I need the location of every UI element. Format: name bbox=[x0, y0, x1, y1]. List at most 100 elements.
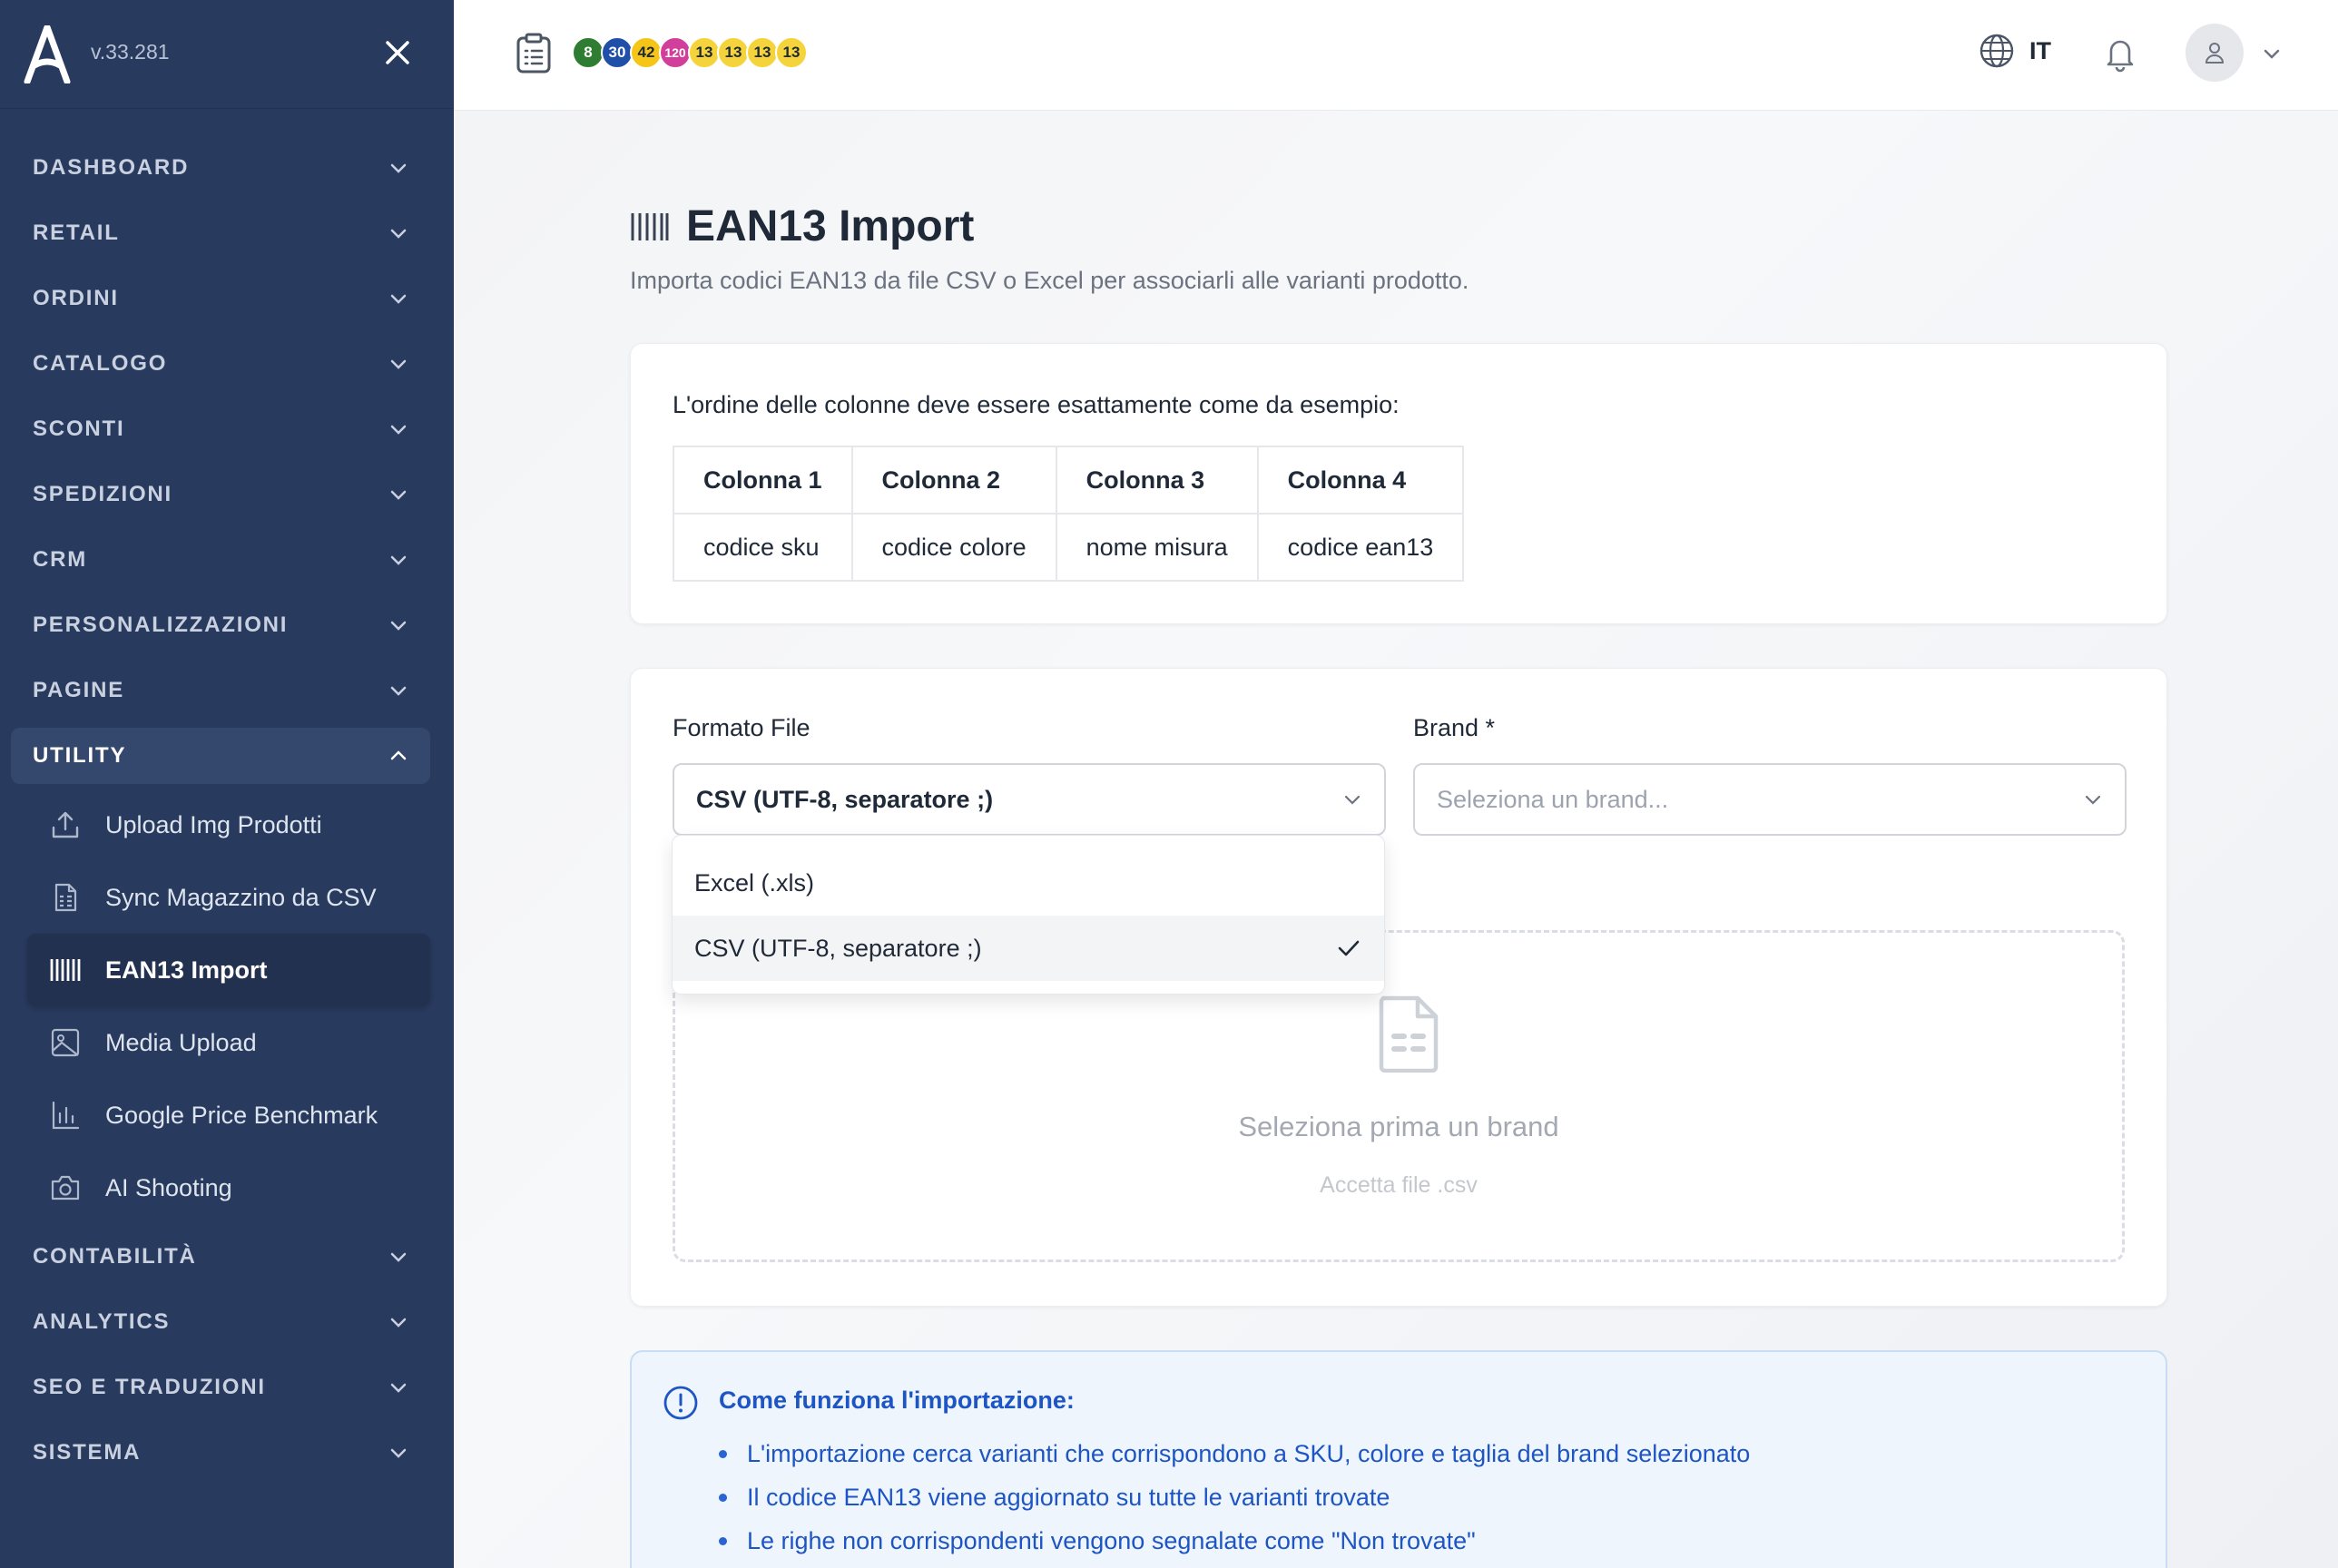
table-header: Colonna 3 bbox=[1055, 446, 1259, 514]
chevron-down-icon bbox=[390, 229, 407, 239]
sidebar-item-label: CONTABILITÀ bbox=[33, 1244, 197, 1269]
sidebar-item-contabilita[interactable]: CONTABILITÀ bbox=[0, 1224, 454, 1289]
sidebar-item-label: SISTEMA bbox=[33, 1440, 142, 1465]
sidebar-item-utility[interactable]: UTILITY bbox=[11, 728, 430, 784]
table-row: codice sku codice colore nome misura cod… bbox=[673, 513, 1465, 582]
brand-placeholder: Seleziona un brand... bbox=[1437, 785, 1669, 813]
sidebar-header: v.33.281 bbox=[0, 0, 454, 109]
sidebar-item-upload-img-prodotti[interactable]: Upload Img Prodotti bbox=[0, 789, 454, 861]
chevron-down-icon bbox=[1344, 795, 1361, 805]
chevron-down-icon bbox=[390, 555, 407, 565]
upload-icon bbox=[49, 808, 82, 841]
clipboard-icon[interactable] bbox=[516, 33, 552, 74]
dropzone-title: Seleziona prima un brand bbox=[1238, 1111, 1559, 1142]
status-badge[interactable]: 42 bbox=[630, 36, 663, 69]
sidebar-item-seo-traduzioni[interactable]: SEO E TRADUZIONI bbox=[0, 1355, 454, 1420]
status-badge[interactable]: 13 bbox=[717, 36, 750, 69]
notification-badges: 8 30 42 120 13 13 13 13 bbox=[572, 36, 808, 69]
user-icon bbox=[2205, 43, 2225, 64]
sidebar-item-label: UTILITY bbox=[33, 743, 127, 768]
check-icon bbox=[1338, 940, 1360, 956]
barcode-icon bbox=[631, 212, 669, 240]
sidebar-item-label: SEO E TRADUZIONI bbox=[33, 1375, 266, 1399]
sidebar-nav: DASHBOARD RETAIL ORDINI CATALOGO SCONTI … bbox=[0, 135, 454, 1485]
format-file-select[interactable]: CSV (UTF-8, separatore ;) bbox=[673, 763, 1386, 836]
option-label: Excel (.xls) bbox=[694, 868, 815, 897]
chevron-down-icon bbox=[390, 490, 407, 500]
status-badge[interactable]: 13 bbox=[746, 36, 779, 69]
language-selector[interactable]: IT bbox=[1979, 33, 2051, 69]
app-version: v.33.281 bbox=[91, 40, 170, 64]
sidebar-item-analytics[interactable]: ANALYTICS bbox=[0, 1289, 454, 1355]
sidebar-item-sistema[interactable]: SISTEMA bbox=[0, 1420, 454, 1485]
columns-card: L'ordine delle colonne deve essere esatt… bbox=[630, 343, 2167, 624]
sidebar-item-label: Upload Img Prodotti bbox=[105, 810, 322, 838]
spreadsheet-icon bbox=[49, 881, 82, 914]
chevron-down-icon bbox=[390, 294, 407, 304]
info-icon bbox=[663, 1386, 698, 1420]
chevron-down-icon bbox=[390, 686, 407, 696]
sidebar-item-ordini[interactable]: ORDINI bbox=[0, 266, 454, 331]
info-title: Come funziona l'importazione: bbox=[719, 1387, 1075, 1414]
sidebar-item-label: CATALOGO bbox=[33, 351, 168, 376]
page-title-text: EAN13 Import bbox=[686, 202, 975, 250]
chevron-down-icon bbox=[390, 1318, 407, 1328]
close-icon[interactable] bbox=[379, 34, 416, 71]
status-badge[interactable]: 8 bbox=[572, 36, 604, 69]
file-icon bbox=[1379, 995, 1439, 1073]
sidebar-item-sync-magazzino[interactable]: Sync Magazzino da CSV bbox=[0, 861, 454, 934]
columns-table: Colonna 1 Colonna 2 Colonna 3 Colonna 4 … bbox=[673, 446, 1465, 582]
table-cell: codice ean13 bbox=[1256, 513, 1465, 582]
chevron-up-icon bbox=[390, 750, 407, 760]
status-badge[interactable]: 13 bbox=[775, 36, 808, 69]
chevron-down-icon bbox=[390, 163, 407, 173]
chevron-down-icon[interactable] bbox=[2262, 44, 2282, 64]
info-box: Come funziona l'importazione: L'importaz… bbox=[630, 1350, 2167, 1568]
bell-icon[interactable] bbox=[2102, 34, 2138, 73]
page-subtitle: Importa codici EAN13 da file CSV o Excel… bbox=[630, 267, 1469, 294]
sidebar-item-sconti[interactable]: SCONTI bbox=[0, 397, 454, 462]
sidebar-item-spedizioni[interactable]: SPEDIZIONI bbox=[0, 462, 454, 527]
sidebar-item-dashboard[interactable]: DASHBOARD bbox=[0, 135, 454, 201]
sidebar-item-catalogo[interactable]: CATALOGO bbox=[0, 331, 454, 397]
sidebar-item-label: SPEDIZIONI bbox=[33, 482, 173, 506]
sidebar-item-label: PAGINE bbox=[33, 678, 125, 702]
status-badge[interactable]: 13 bbox=[688, 36, 721, 69]
sidebar-item-personalizzazioni[interactable]: PERSONALIZZAZIONI bbox=[0, 593, 454, 658]
list-item: Il codice EAN13 viene aggiornato su tutt… bbox=[719, 1475, 1750, 1519]
sidebar-item-label: Media Upload bbox=[105, 1028, 257, 1056]
brand-select[interactable]: Seleziona un brand... bbox=[1413, 763, 2127, 836]
sidebar-item-label: ORDINI bbox=[33, 286, 119, 310]
sidebar-item-crm[interactable]: CRM bbox=[0, 527, 454, 593]
table-header: Colonna 4 bbox=[1256, 446, 1465, 514]
status-badge[interactable]: 120 bbox=[659, 36, 692, 69]
table-header: Colonna 1 bbox=[673, 446, 853, 514]
app-logo[interactable] bbox=[22, 25, 73, 83]
camera-icon bbox=[49, 1171, 82, 1204]
barcode-icon bbox=[49, 954, 82, 986]
bar-chart-icon bbox=[49, 1099, 82, 1132]
format-option-csv[interactable]: CSV (UTF-8, separatore ;) bbox=[673, 916, 1384, 981]
chevron-down-icon bbox=[390, 425, 407, 435]
chevron-down-icon bbox=[390, 359, 407, 369]
sidebar-item-label: SCONTI bbox=[33, 416, 125, 441]
chevron-down-icon bbox=[390, 1252, 407, 1262]
avatar[interactable] bbox=[2186, 24, 2244, 82]
chevron-down-icon bbox=[390, 621, 407, 631]
sidebar-item-label: RETAIL bbox=[33, 220, 120, 245]
chevron-down-icon bbox=[390, 1448, 407, 1458]
page-title: EAN13 Import bbox=[630, 201, 974, 251]
sidebar-item-google-price-benchmark[interactable]: Google Price Benchmark bbox=[0, 1079, 454, 1152]
sidebar-item-media-upload[interactable]: Media Upload bbox=[0, 1006, 454, 1079]
format-option-excel[interactable]: Excel (.xls) bbox=[673, 850, 1384, 916]
list-item: L'importazione cerca varianti che corris… bbox=[719, 1432, 1750, 1475]
sidebar-item-pagine[interactable]: PAGINE bbox=[0, 658, 454, 723]
list-item: Le righe non corrispondenti vengono segn… bbox=[719, 1519, 1750, 1563]
sidebar-item-ean13-import[interactable]: EAN13 Import bbox=[27, 934, 430, 1006]
sidebar-item-label: DASHBOARD bbox=[33, 155, 190, 180]
status-badge[interactable]: 30 bbox=[601, 36, 634, 69]
sidebar-item-retail[interactable]: RETAIL bbox=[0, 201, 454, 266]
dropzone-subtitle: Accetta file .csv bbox=[1320, 1172, 1478, 1198]
sidebar-item-ai-shooting[interactable]: AI Shooting bbox=[0, 1152, 454, 1224]
format-file-label: Formato File bbox=[673, 714, 810, 741]
